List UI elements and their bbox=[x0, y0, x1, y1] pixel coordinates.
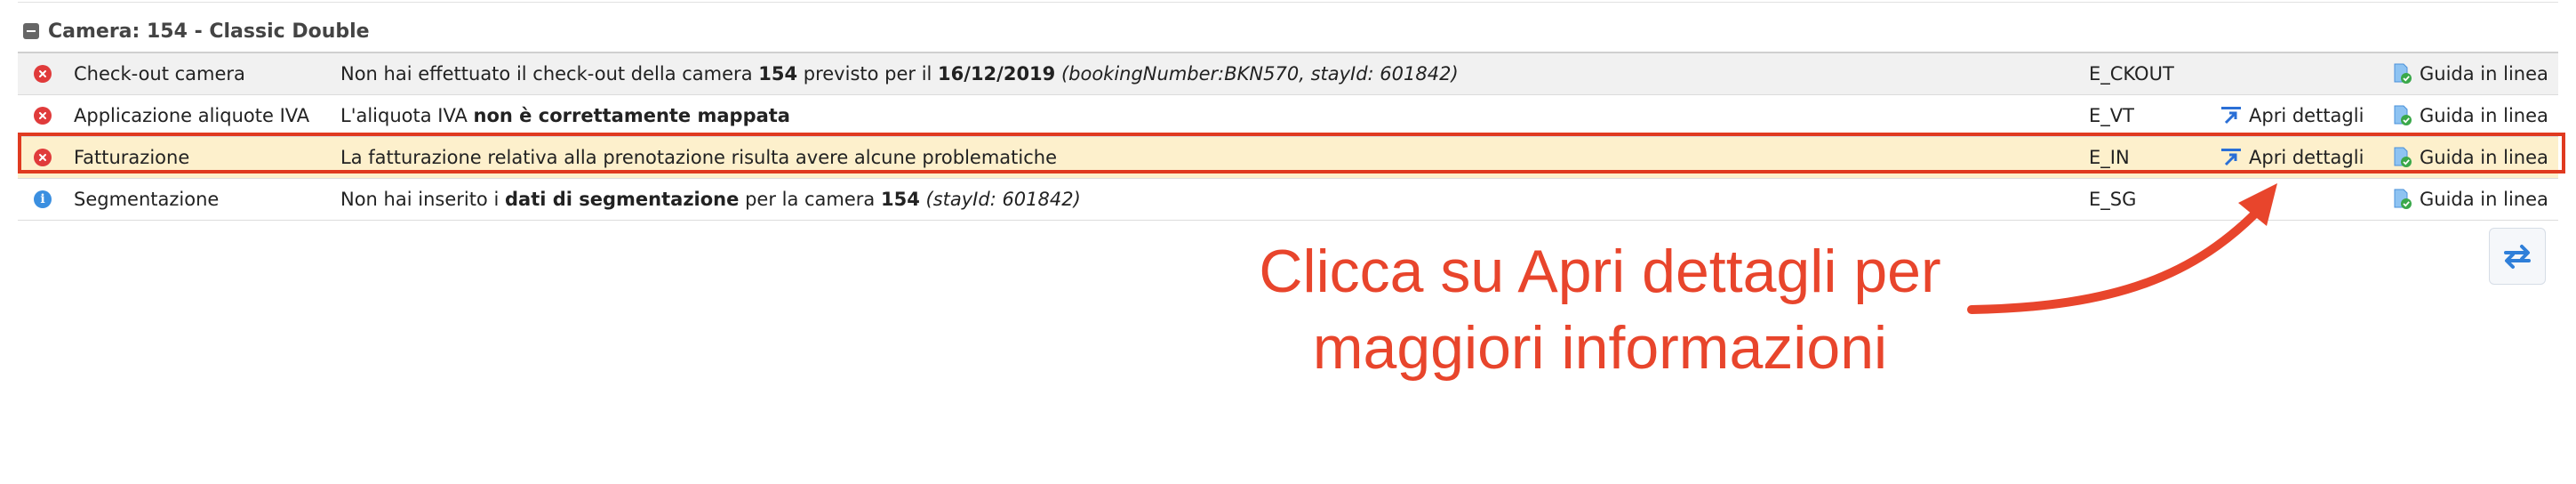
issue-row-highlighted: Fatturazione La fatturazione relativa al… bbox=[18, 137, 2558, 179]
annotation-callout: Clicca su Apri dettagli per maggiori inf… bbox=[1156, 233, 2044, 386]
issue-row: i Segmentazione Non hai inserito i dati … bbox=[18, 179, 2558, 221]
issue-code: E_VT bbox=[2089, 105, 2134, 126]
message-text-bold: 154 bbox=[880, 189, 920, 210]
top-divider bbox=[18, 2, 2558, 3]
issue-row: Check-out camera Non hai effettuato il c… bbox=[18, 53, 2558, 95]
issue-title: Check-out camera bbox=[74, 63, 245, 85]
issue-title: Applicazione aliquote IVA bbox=[74, 105, 310, 126]
collapse-minus-icon[interactable] bbox=[23, 23, 39, 39]
message-text: La fatturazione relativa alla prenotazio… bbox=[340, 147, 1057, 168]
info-circle-icon: i bbox=[34, 190, 52, 208]
message-text: L'aliquota IVA bbox=[340, 105, 474, 126]
open-details-icon bbox=[2220, 106, 2242, 125]
message-text-bold: 16/12/2019 bbox=[938, 63, 1056, 85]
online-guide-link[interactable]: Guida in linea bbox=[2393, 137, 2548, 178]
online-guide-label: Guida in linea bbox=[2420, 189, 2548, 210]
message-text-italic: (stayId: 601842) bbox=[919, 189, 1081, 210]
online-guide-link[interactable]: Guida in linea bbox=[2393, 95, 2548, 136]
issue-message: Non hai inserito i dati di segmentazione… bbox=[340, 179, 1081, 220]
annotation-line-2: maggiori informazioni bbox=[1312, 314, 1888, 382]
error-circle-icon bbox=[34, 65, 52, 83]
issue-message: Non hai effettuato il check-out della ca… bbox=[340, 53, 1459, 94]
open-details-label: Apri dettagli bbox=[2249, 147, 2364, 168]
open-details-label: Apri dettagli bbox=[2249, 105, 2364, 126]
message-text-italic: (bookingNumber:BKN570, stayId: 601842) bbox=[1055, 63, 1459, 85]
online-guide-label: Guida in linea bbox=[2420, 147, 2548, 168]
message-text: Non hai effettuato il check-out della ca… bbox=[340, 63, 759, 85]
issue-code: E_CKOUT bbox=[2089, 63, 2174, 85]
message-text: Non hai inserito i bbox=[340, 189, 505, 210]
issues-table: Check-out camera Non hai effettuato il c… bbox=[18, 52, 2558, 221]
issue-row: Applicazione aliquote IVA L'aliquota IVA… bbox=[18, 95, 2558, 137]
online-guide-link[interactable]: Guida in linea bbox=[2393, 179, 2548, 220]
online-guide-doc-icon bbox=[2393, 105, 2412, 126]
refresh-arrows-icon bbox=[2504, 245, 2531, 269]
message-text: previsto per il bbox=[797, 63, 939, 85]
issue-message: La fatturazione relativa alla prenotazio… bbox=[340, 137, 1057, 178]
issue-code: E_IN bbox=[2089, 147, 2130, 168]
issue-message: L'aliquota IVA non è correttamente mappa… bbox=[340, 95, 790, 136]
refresh-button[interactable] bbox=[2489, 228, 2546, 285]
room-group-header[interactable]: Camera: 154 - Classic Double bbox=[23, 18, 370, 44]
annotation-line-1: Clicca su Apri dettagli per bbox=[1259, 238, 1941, 305]
issue-title: Fatturazione bbox=[74, 147, 190, 168]
open-details-icon bbox=[2220, 148, 2242, 167]
online-guide-label: Guida in linea bbox=[2420, 105, 2548, 126]
message-text-bold: non è correttamente mappata bbox=[473, 105, 790, 126]
message-text: per la camera bbox=[739, 189, 881, 210]
open-details-link[interactable]: Apri dettagli bbox=[2220, 95, 2364, 136]
online-guide-doc-icon bbox=[2393, 63, 2412, 85]
issue-title: Segmentazione bbox=[74, 189, 220, 210]
online-guide-link[interactable]: Guida in linea bbox=[2393, 53, 2548, 94]
error-circle-icon bbox=[34, 107, 52, 125]
online-guide-label: Guida in linea bbox=[2420, 63, 2548, 85]
message-text-bold: 154 bbox=[758, 63, 798, 85]
online-guide-doc-icon bbox=[2393, 147, 2412, 168]
message-text-bold: dati di segmentazione bbox=[504, 189, 740, 210]
error-circle-icon bbox=[34, 149, 52, 166]
online-guide-doc-icon bbox=[2393, 189, 2412, 210]
open-details-link[interactable]: Apri dettagli bbox=[2220, 137, 2364, 178]
room-group-title: Camera: 154 - Classic Double bbox=[48, 20, 370, 43]
issue-code: E_SG bbox=[2089, 189, 2137, 210]
